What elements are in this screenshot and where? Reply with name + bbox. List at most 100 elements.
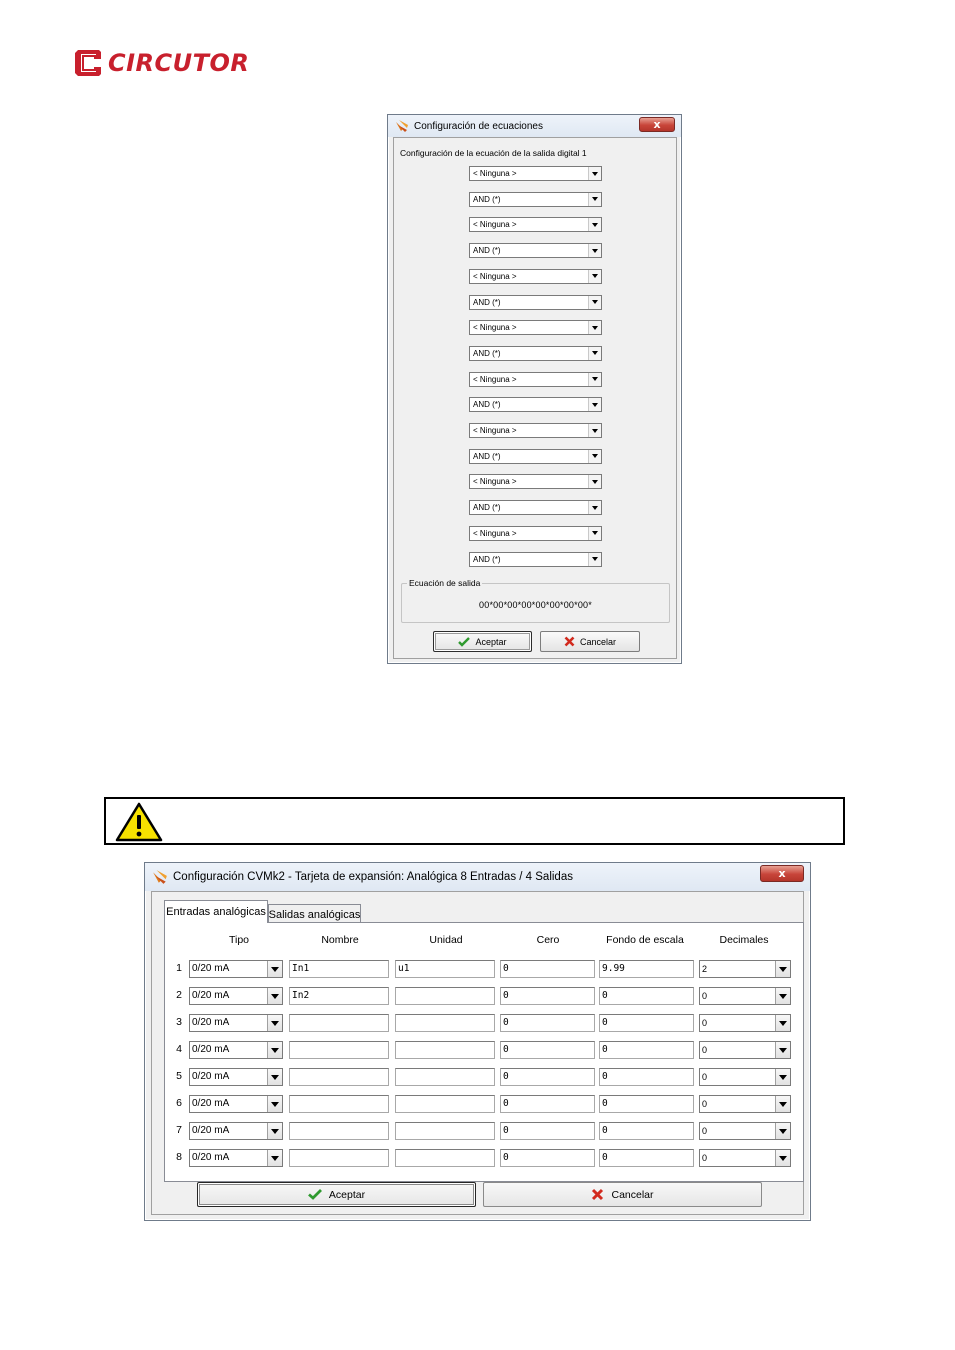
chevron-down-icon[interactable]: [588, 167, 601, 180]
equation-operand-combo[interactable]: AND (*): [469, 294, 602, 310]
tipo-select[interactable]: 0/20 mA: [189, 1095, 283, 1113]
cero-field[interactable]: 0: [500, 1095, 595, 1113]
cero-field[interactable]: 0: [500, 1041, 595, 1059]
chevron-down-icon[interactable]: [588, 424, 601, 437]
accept-button[interactable]: Aceptar: [197, 1182, 476, 1207]
chevron-down-icon[interactable]: [775, 1015, 790, 1031]
decimales-select[interactable]: 0: [699, 1122, 791, 1140]
chevron-down-icon[interactable]: [775, 1042, 790, 1058]
tipo-select[interactable]: 0/20 mA: [189, 1068, 283, 1086]
decimales-select[interactable]: 2: [699, 960, 791, 978]
decimales-select[interactable]: 0: [699, 1095, 791, 1113]
fondo-de-escala-field[interactable]: 0: [599, 1122, 694, 1140]
equation-operand-combo[interactable]: < Ninguna >: [469, 217, 602, 233]
close-button[interactable]: x: [760, 865, 804, 882]
nombre-field[interactable]: [289, 1122, 389, 1140]
chevron-down-icon[interactable]: [775, 961, 790, 977]
unidad-field[interactable]: [395, 1122, 495, 1140]
tab-entradas-analogicas[interactable]: Entradas analógicas: [164, 900, 268, 923]
nombre-field[interactable]: In2: [289, 987, 389, 1005]
chevron-down-icon[interactable]: [267, 961, 282, 977]
chevron-down-icon[interactable]: [588, 398, 601, 412]
chevron-down-icon[interactable]: [588, 501, 601, 515]
accept-button[interactable]: Aceptar: [433, 631, 532, 652]
cancel-button[interactable]: Cancelar: [483, 1182, 762, 1207]
nombre-field[interactable]: In1: [289, 960, 389, 978]
chevron-down-icon[interactable]: [267, 1123, 282, 1139]
chevron-down-icon[interactable]: [588, 346, 601, 360]
cancel-button[interactable]: Cancelar: [540, 631, 640, 652]
unidad-field[interactable]: [395, 1095, 495, 1113]
nombre-field[interactable]: [289, 1149, 389, 1167]
fondo-de-escala-field[interactable]: 9.99: [599, 960, 694, 978]
chevron-down-icon[interactable]: [775, 1150, 790, 1166]
cero-field[interactable]: 0: [500, 1122, 595, 1140]
unidad-field[interactable]: [395, 1149, 495, 1167]
equation-operand-combo[interactable]: AND (*): [469, 243, 602, 259]
equation-operand-combo[interactable]: AND (*): [469, 345, 602, 361]
decimales-select[interactable]: 0: [699, 1068, 791, 1086]
chevron-down-icon[interactable]: [588, 295, 601, 309]
equation-operand-combo[interactable]: < Ninguna >: [469, 525, 602, 541]
tipo-select[interactable]: 0/20 mA: [189, 1122, 283, 1140]
cero-field[interactable]: 0: [500, 1014, 595, 1032]
equation-operand-combo[interactable]: < Ninguna >: [469, 371, 602, 387]
unidad-field[interactable]: [395, 1014, 495, 1032]
equation-operand-combo[interactable]: < Ninguna >: [469, 268, 602, 284]
unidad-field[interactable]: [395, 1068, 495, 1086]
chevron-down-icon[interactable]: [588, 372, 601, 386]
tipo-select[interactable]: 0/20 mA: [189, 1014, 283, 1032]
tab-salidas-analogicas[interactable]: Salidas analógicas: [268, 904, 361, 924]
nombre-field[interactable]: [289, 1041, 389, 1059]
fondo-de-escala-field[interactable]: 0: [599, 1014, 694, 1032]
chevron-down-icon[interactable]: [588, 449, 601, 463]
chevron-down-icon[interactable]: [775, 988, 790, 1004]
decimales-select[interactable]: 0: [699, 1149, 791, 1167]
unidad-field[interactable]: [395, 1041, 495, 1059]
equation-operand-combo[interactable]: < Ninguna >: [469, 423, 602, 438]
nombre-field[interactable]: [289, 1068, 389, 1086]
tipo-select[interactable]: 0/20 mA: [189, 1149, 283, 1167]
equation-operand-combo[interactable]: < Ninguna >: [469, 166, 602, 181]
chevron-down-icon[interactable]: [267, 1096, 282, 1112]
fondo-de-escala-field[interactable]: 0: [599, 1149, 694, 1167]
chevron-down-icon[interactable]: [588, 269, 601, 283]
chevron-down-icon[interactable]: [588, 552, 601, 566]
nombre-field[interactable]: [289, 1014, 389, 1032]
tipo-select[interactable]: 0/20 mA: [189, 960, 283, 978]
fondo-de-escala-field[interactable]: 0: [599, 987, 694, 1005]
equation-operand-combo[interactable]: AND (*): [469, 500, 602, 516]
tipo-select[interactable]: 0/20 mA: [189, 987, 283, 1005]
equation-operand-combo[interactable]: AND (*): [469, 551, 602, 567]
equation-operand-combo[interactable]: AND (*): [469, 191, 602, 207]
fondo-de-escala-field[interactable]: 0: [599, 1068, 694, 1086]
chevron-down-icon[interactable]: [267, 1069, 282, 1085]
decimales-select[interactable]: 0: [699, 987, 791, 1005]
equation-operand-combo[interactable]: < Ninguna >: [469, 320, 602, 336]
equation-operand-combo[interactable]: AND (*): [469, 448, 602, 464]
chevron-down-icon[interactable]: [588, 244, 601, 258]
fondo-de-escala-field[interactable]: 0: [599, 1041, 694, 1059]
cero-field[interactable]: 0: [500, 960, 595, 978]
chevron-down-icon[interactable]: [588, 192, 601, 206]
chevron-down-icon[interactable]: [267, 988, 282, 1004]
unidad-field[interactable]: u1: [395, 960, 495, 978]
chevron-down-icon[interactable]: [775, 1123, 790, 1139]
chevron-down-icon[interactable]: [775, 1096, 790, 1112]
chevron-down-icon[interactable]: [588, 218, 601, 232]
cero-field[interactable]: 0: [500, 987, 595, 1005]
unidad-field[interactable]: [395, 987, 495, 1005]
equation-operand-combo[interactable]: < Ninguna >: [469, 474, 602, 490]
chevron-down-icon[interactable]: [267, 1042, 282, 1058]
chevron-down-icon[interactable]: [267, 1015, 282, 1031]
close-button[interactable]: x: [639, 117, 675, 132]
nombre-field[interactable]: [289, 1095, 389, 1113]
fondo-de-escala-field[interactable]: 0: [599, 1095, 694, 1113]
cero-field[interactable]: 0: [500, 1068, 595, 1086]
chevron-down-icon[interactable]: [775, 1069, 790, 1085]
cero-field[interactable]: 0: [500, 1149, 595, 1167]
decimales-select[interactable]: 0: [699, 1041, 791, 1059]
chevron-down-icon[interactable]: [588, 526, 601, 540]
tipo-select[interactable]: 0/20 mA: [189, 1041, 283, 1059]
equation-operand-combo[interactable]: AND (*): [469, 397, 602, 413]
